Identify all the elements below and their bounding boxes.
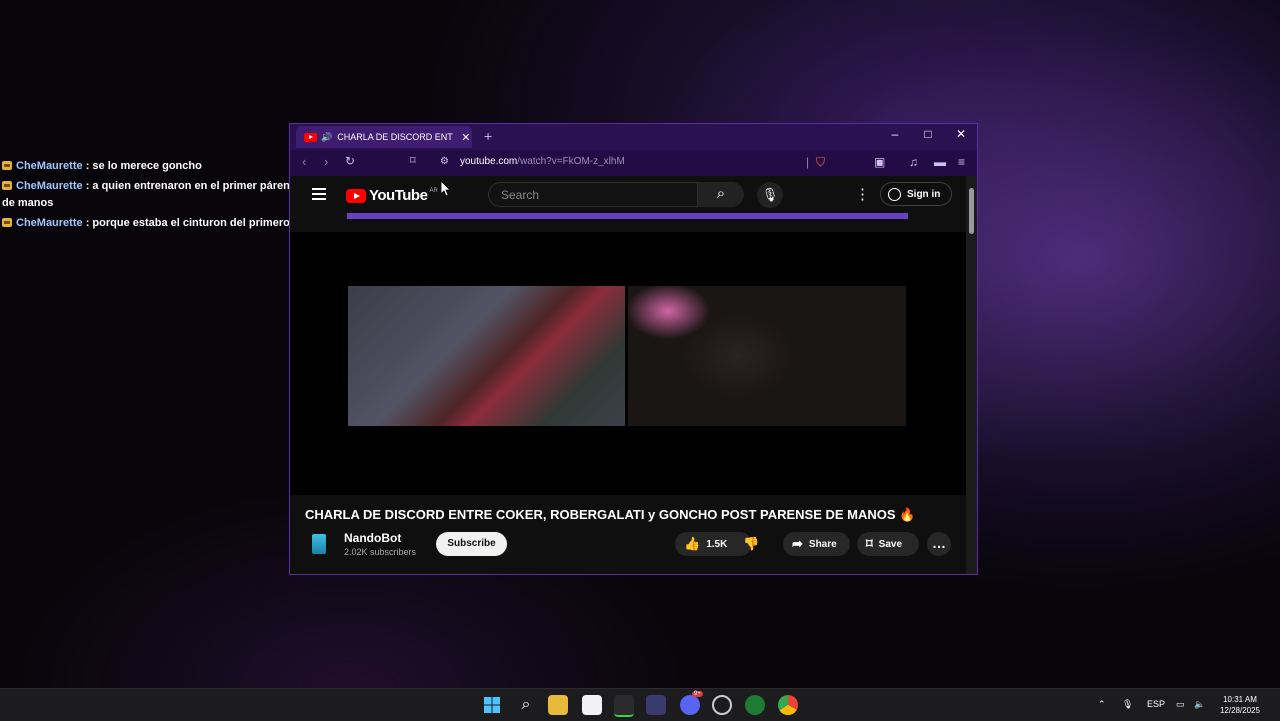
channel-avatar[interactable]	[307, 532, 331, 556]
microphone-icon[interactable]: 🎙	[1122, 699, 1133, 710]
chat-username: CheMaurette	[16, 180, 83, 192]
hamburger-menu-icon[interactable]	[312, 188, 326, 203]
search-icon[interactable]: ⌕	[516, 695, 536, 715]
subscribe-button[interactable]: Subscribe	[436, 532, 507, 556]
youtube-logo-text: YouTube	[369, 187, 428, 204]
save-label: Save	[878, 538, 903, 550]
tab-bar: 🔊 CHARLA DE DISCORD ENTRE ✕ + – □ ✕	[290, 124, 977, 150]
save-button[interactable]: ⌑ Save	[857, 532, 919, 556]
url-path: /watch?v=FkOM-z_xlhM	[517, 156, 625, 167]
video-frame-left	[348, 286, 625, 426]
more-options-icon[interactable]: ⋮	[855, 185, 870, 203]
url-field[interactable]: youtube.com/watch?v=FkOM-z_xlhM	[460, 156, 625, 167]
xbox-icon[interactable]	[745, 695, 765, 715]
extension-icon[interactable]: ▬	[934, 155, 946, 169]
close-tab-icon[interactable]: ✕	[461, 131, 470, 144]
channel-name[interactable]: NandoBot	[344, 531, 401, 545]
maximize-button[interactable]: □	[913, 127, 943, 141]
youtube-logo[interactable]: YouTube AR	[346, 187, 438, 204]
language-indicator[interactable]: ESP	[1147, 699, 1165, 709]
system-clock[interactable]: 10:31 AM 12/28/2025	[1214, 694, 1266, 716]
scrollbar-thumb[interactable]	[969, 188, 974, 234]
account-icon	[888, 187, 901, 201]
subscriber-badge-icon	[2, 181, 12, 190]
like-dislike-group: 👍 1.5K 👎	[675, 532, 760, 556]
video-player[interactable]	[290, 232, 966, 495]
like-count[interactable]: 1.5K	[706, 539, 727, 550]
chat-message: CheMaurette : se lo merece goncho	[2, 158, 308, 175]
video-top-banner	[347, 213, 908, 219]
subscriber-count: 2.02K subscribers	[344, 547, 417, 557]
chrome-icon[interactable]	[778, 695, 798, 715]
discord-badge: 9+	[692, 691, 703, 697]
search-button[interactable]: ⌕	[698, 182, 744, 207]
address-bar: ‹ › ↻ ⌑ ⚙ youtube.com/watch?v=FkOM-z_xlh…	[290, 150, 977, 176]
chat-username: CheMaurette	[16, 160, 83, 172]
video-title: CHARLA DE DISCORD ENTRE COKER, ROBERGALA…	[305, 507, 916, 522]
chevron-up-icon[interactable]: ⌃	[1098, 699, 1106, 710]
minimize-button[interactable]: –	[880, 127, 910, 141]
bookmark-icon[interactable]: ⌑	[410, 154, 416, 167]
reload-icon[interactable]: ↻	[345, 154, 355, 168]
obs-icon[interactable]	[712, 695, 732, 715]
back-icon[interactable]: ‹	[302, 154, 306, 169]
sign-in-button[interactable]: Sign in	[880, 182, 952, 206]
country-code: AR	[429, 187, 438, 194]
speaker-icon[interactable]: 🔊	[321, 132, 332, 143]
thumbs-up-icon[interactable]: 👍	[684, 536, 700, 552]
brave-shield-icon[interactable]: ⛉	[816, 155, 825, 170]
close-window-button[interactable]: ✕	[946, 127, 976, 141]
share-label: Share	[808, 538, 837, 550]
windows-start-icon[interactable]	[482, 695, 502, 715]
taskbar: ⌕ 9+ ⌃ 🎙 ESP ▭ 🔈 10:31 AM 12/28/2025	[0, 688, 1280, 721]
new-tab-button[interactable]: +	[484, 128, 492, 144]
subscriber-badge-icon	[2, 218, 12, 227]
tab-youtube[interactable]: 🔊 CHARLA DE DISCORD ENTRE ✕	[296, 126, 472, 148]
share-icon: ➦	[792, 536, 803, 551]
chat-text: : porque estaba el cinturon del primero	[85, 217, 290, 229]
chat-username: CheMaurette	[16, 217, 83, 229]
chat-text: : se lo merece goncho	[85, 160, 202, 172]
site-info-icon[interactable]: ⚙	[440, 156, 449, 167]
browser-window: 🔊 CHARLA DE DISCORD ENTRE ✕ + – □ ✕ ‹ › …	[289, 123, 978, 575]
network-icon[interactable]: ▭	[1176, 699, 1185, 710]
music-icon[interactable]: ♫	[909, 155, 918, 169]
youtube-page: YouTube AR Search ⌕ 🎙 ⋮ Sign in CHARLA D…	[290, 176, 966, 574]
store-icon[interactable]	[582, 695, 602, 715]
search-input[interactable]: Search	[488, 182, 698, 207]
clock-time: 10:31 AM	[1223, 695, 1257, 704]
file-explorer-icon[interactable]	[548, 695, 568, 715]
video-frame-right	[628, 286, 906, 426]
separator: |	[806, 155, 810, 169]
forward-icon[interactable]: ›	[324, 154, 328, 169]
brave-icon[interactable]	[646, 695, 666, 715]
voice-search-button[interactable]: 🎙	[757, 182, 783, 208]
bookmark-save-icon: ⌑	[866, 536, 873, 551]
share-button[interactable]: ➦ Share	[783, 532, 850, 556]
microphone-icon: 🎙	[761, 187, 779, 202]
sign-in-label: Sign in	[907, 188, 941, 200]
more-actions-button[interactable]: …	[927, 532, 951, 556]
subscriber-badge-icon	[2, 161, 12, 170]
search-icon: ⌕	[716, 185, 726, 202]
scrollbar[interactable]	[966, 176, 977, 574]
discord-icon[interactable]: 9+	[680, 691, 703, 715]
volume-icon[interactable]: 🔈	[1194, 699, 1205, 710]
tab-title: CHARLA DE DISCORD ENTRE	[337, 132, 454, 142]
chat-message: CheMaurette : a quien entrenaron en el p…	[2, 178, 308, 212]
chat-message: CheMaurette : porque estaba el cinturon …	[2, 215, 308, 232]
chat-overlay: CheMaurette : se lo merece goncho CheMau…	[2, 158, 308, 235]
clock-date: 12/28/2025	[1219, 706, 1261, 715]
youtube-favicon-icon	[304, 132, 317, 142]
thumbs-down-icon[interactable]: 👎	[743, 536, 759, 552]
terminal-icon[interactable]	[614, 695, 634, 717]
url-host: youtube.com	[460, 156, 518, 167]
menu-icon[interactable]: ≡	[958, 155, 965, 169]
reader-icon[interactable]: ▣	[874, 155, 885, 169]
youtube-play-icon	[346, 188, 366, 203]
